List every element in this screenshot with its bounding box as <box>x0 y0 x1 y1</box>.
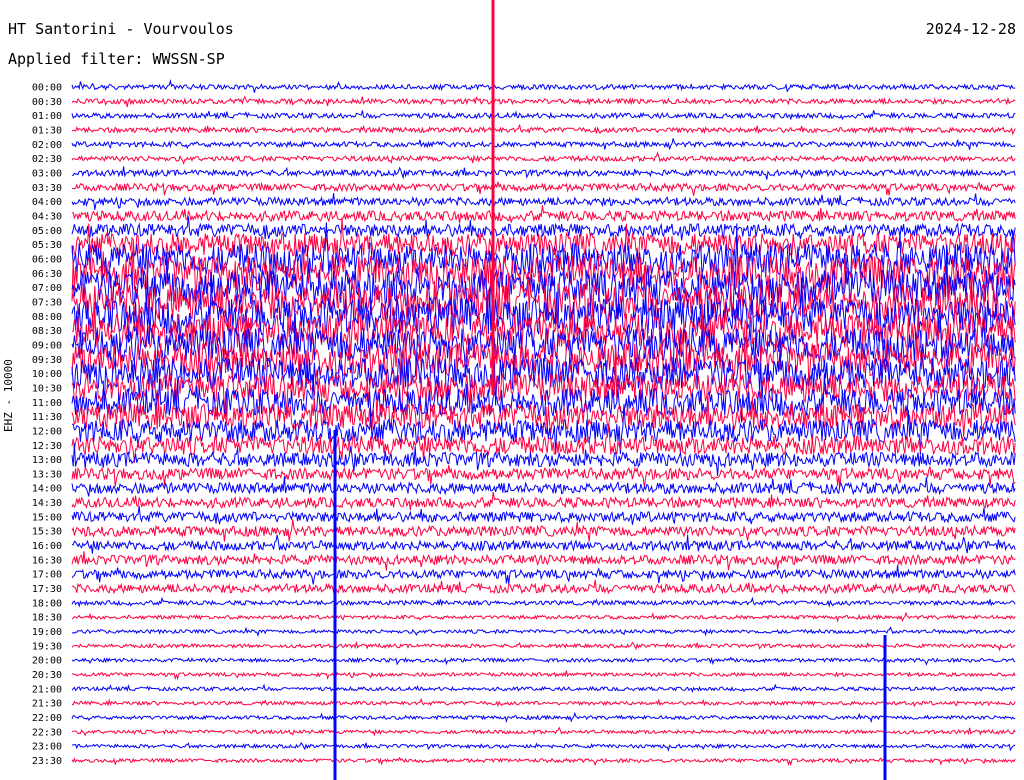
tick-label: 21:30 <box>32 699 62 710</box>
tick-label: 16:00 <box>32 541 62 552</box>
trace-line <box>71 491 1016 511</box>
trace-line <box>71 192 1016 210</box>
trace-line <box>71 670 1016 681</box>
trace-line <box>71 611 1016 623</box>
tick-label: 10:00 <box>32 369 62 380</box>
tick-label: 02:00 <box>32 140 62 151</box>
trace-line <box>71 181 1016 196</box>
tick-label: 19:30 <box>32 641 62 652</box>
tick-label: 16:30 <box>32 555 62 566</box>
tick-label: 08:30 <box>32 326 62 337</box>
tick-label: 01:00 <box>32 111 62 122</box>
helicorder-plot: 00:00 00:30 01:00 01:30 02:00 02:30 03:00 03:30… <box>32 0 1016 780</box>
tick-label: 15:30 <box>32 527 62 538</box>
tick-label: 10:30 <box>32 383 62 394</box>
trace-line <box>71 151 1016 165</box>
trace-line <box>71 166 1016 180</box>
trace-line <box>71 626 1016 637</box>
tick-label: 22:00 <box>32 713 62 724</box>
tick-label: 00:30 <box>32 97 62 108</box>
tick-label: 02:30 <box>32 154 62 165</box>
tick-label: 22:30 <box>32 727 62 738</box>
trace-line <box>71 741 1016 752</box>
tick-label: 14:00 <box>32 484 62 495</box>
tick-label: 11:00 <box>32 398 62 409</box>
trace-line <box>71 756 1016 767</box>
tick-label: 21:00 <box>32 684 62 695</box>
tick-label: 13:00 <box>32 455 62 466</box>
tick-label: 20:30 <box>32 670 62 681</box>
tick-label: 17:00 <box>32 570 62 581</box>
trace-line <box>71 711 1016 724</box>
trace-line <box>71 596 1016 608</box>
tick-label: 05:30 <box>32 240 62 251</box>
tick-label: 07:00 <box>32 283 62 294</box>
trace-line <box>71 216 1016 241</box>
tick-label: 18:00 <box>32 598 62 609</box>
tick-label: 04:30 <box>32 211 62 222</box>
trace-line <box>71 726 1016 737</box>
tick-label: 05:00 <box>32 226 62 237</box>
tick-label: 23:30 <box>32 756 62 767</box>
tick-label: 11:30 <box>32 412 62 423</box>
tick-label: 17:30 <box>32 584 62 595</box>
tick-label: 09:30 <box>32 355 62 366</box>
trace-line <box>71 656 1016 666</box>
tick-label: 04:00 <box>32 197 62 208</box>
tick-label-layer: 00:00 00:30 01:00 01:30 02:00 02:30 03:00 03:30… <box>32 83 62 768</box>
trace-line <box>71 124 1016 136</box>
trace-line <box>71 110 1016 121</box>
tick-label: 01:30 <box>32 125 62 136</box>
trace-line <box>71 465 1016 488</box>
tick-label: 18:30 <box>32 613 62 624</box>
tick-label: 06:00 <box>32 254 62 265</box>
tick-label: 06:30 <box>32 269 62 280</box>
tick-label: 12:30 <box>32 441 62 452</box>
tick-label: 08:00 <box>32 312 62 323</box>
tick-label: 00:00 <box>32 83 62 94</box>
tick-label: 15:00 <box>32 512 62 523</box>
tick-label: 13:30 <box>32 469 62 480</box>
trace-line <box>71 205 1016 224</box>
trace-line <box>71 138 1016 150</box>
trace-line <box>71 534 1016 554</box>
trace-line <box>71 95 1016 108</box>
trace-line <box>71 79 1016 93</box>
tick-label: 19:00 <box>32 627 62 638</box>
trace-line <box>71 506 1016 526</box>
trace-line <box>71 579 1016 595</box>
tick-label: 09:00 <box>32 340 62 351</box>
tick-label: 14:30 <box>32 498 62 509</box>
trace-line <box>71 476 1016 497</box>
trace-line <box>71 564 1016 585</box>
tick-label: 20:00 <box>32 656 62 667</box>
trace-line <box>71 519 1016 542</box>
tick-label: 03:30 <box>32 183 62 194</box>
tick-label: 07:30 <box>32 297 62 308</box>
trace-line <box>71 683 1016 693</box>
tick-label: 23:00 <box>32 742 62 753</box>
trace-line <box>71 551 1016 571</box>
trace-line <box>71 697 1016 708</box>
trace-line <box>71 641 1016 652</box>
trace-layer <box>71 0 1016 780</box>
tick-label: 03:00 <box>32 168 62 179</box>
tick-label: 12:00 <box>32 426 62 437</box>
